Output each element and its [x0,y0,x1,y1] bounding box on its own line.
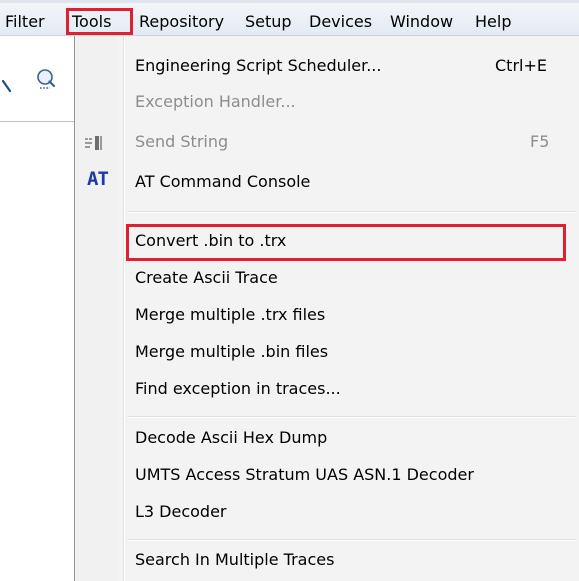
menu-item-send-string[interactable]: Send String F5 [77,125,577,161]
menu-bar: Filter Tools Repository Setup Devices Wi… [0,0,579,36]
menu-item-shortcut: Ctrl+E [495,56,547,75]
menu-item-label: Find exception in traces... [135,379,341,398]
menu-item-label: Merge multiple .bin files [135,342,329,361]
menu-item-find-exception[interactable]: Find exception in traces... [77,372,577,408]
menu-repository[interactable]: Repository [138,10,225,34]
menu-item-label: Convert .bin to .trx [135,231,287,250]
menu-item-merge-trx-files[interactable]: Merge multiple .trx files [77,298,577,334]
menu-item-label: Search In Multiple Traces [135,550,335,569]
menu-item-label: Decode Ascii Hex Dump [135,428,328,447]
menu-item-label: Exception Handler... [135,92,296,111]
menu-separator [127,416,575,418]
menu-item-label: AT Command Console [135,172,311,191]
menu-item-engineering-script-scheduler[interactable]: Engineering Script Scheduler... Ctrl+E [77,49,577,85]
menu-item-label: Send String [135,132,229,151]
menu-devices[interactable]: Devices [308,10,373,34]
menu-item-decode-ascii-hex-dump[interactable]: Decode Ascii Hex Dump [77,421,577,457]
menu-item-exception-handler[interactable]: Exception Handler... [77,85,577,121]
menu-tools[interactable]: Tools [69,10,114,34]
search-icon[interactable] [34,67,60,93]
menu-separator [127,211,575,213]
menu-item-convert-bin-to-trx[interactable]: Convert .bin to .trx [77,224,577,260]
menu-item-label: UMTS Access Stratum UAS ASN.1 Decoder [135,465,474,484]
menu-bar-top-border [0,0,579,3]
menu-window[interactable]: Window [389,10,454,34]
menu-item-label: L3 Decoder [135,502,227,521]
menu-item-create-ascii-trace[interactable]: Create Ascii Trace [77,261,577,297]
menu-item-at-command-console[interactable]: AT AT Command Console [77,165,577,201]
menu-help[interactable]: Help [474,10,512,34]
app-window: Filter Tools Repository Setup Devices Wi… [0,0,579,581]
at-icon: AT [87,168,109,190]
menu-separator [127,539,575,541]
menu-item-label: Engineering Script Scheduler... [135,56,382,75]
menu-item-umts-asn1-decoder[interactable]: UMTS Access Stratum UAS ASN.1 Decoder [77,458,577,494]
menu-item-label: Create Ascii Trace [135,268,278,287]
menu-item-label: Merge multiple .trx files [135,305,326,324]
menu-setup[interactable]: Setup [244,10,293,34]
menu-item-l3-decoder[interactable]: L3 Decoder [77,495,577,531]
tools-dropdown-menu: Engineering Script Scheduler... Ctrl+E E… [74,36,579,581]
toolbar-partial-icon[interactable] [2,79,12,93]
menu-item-search-multiple-traces[interactable]: Search In Multiple Traces [77,543,577,579]
menu-filter[interactable]: Filter [4,10,46,34]
menu-item-shortcut: F5 [530,132,550,151]
toolbar [0,37,74,122]
send-string-icon [85,136,102,150]
menu-item-merge-bin-files[interactable]: Merge multiple .bin files [77,335,577,371]
